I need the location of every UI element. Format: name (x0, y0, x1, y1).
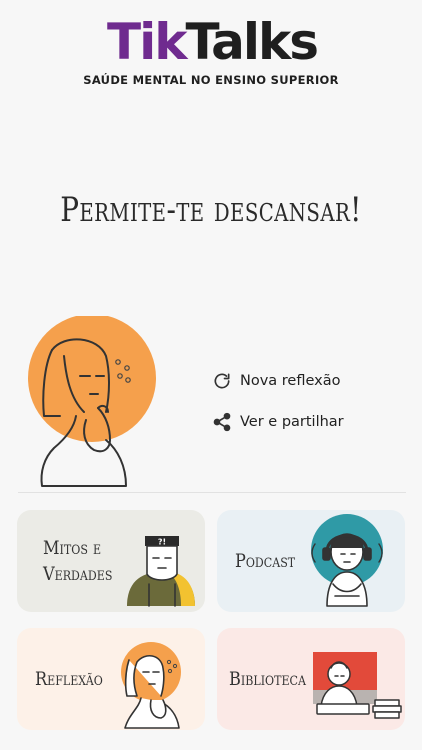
refresh-icon (214, 373, 230, 389)
new-reflection-label: Nova reflexão (240, 373, 341, 389)
reading-person-icon (313, 652, 402, 719)
card-podcast[interactable]: Podcast (217, 510, 405, 612)
headphones-person-icon (311, 514, 383, 607)
app-header: TikTalks SAÚDE MENTAL NO ENSINO SUPERIOR (0, 0, 422, 100)
tagline: SAÚDE MENTAL NO ENSINO SUPERIOR (83, 73, 339, 87)
new-reflection-button[interactable]: Nova reflexão (212, 371, 341, 391)
reflection-headline: Permite-te descansar! (60, 190, 362, 230)
tiktalks-logo: TikTalks (94, 12, 330, 72)
section-divider (18, 492, 406, 493)
share-button[interactable]: Ver e partilhar (212, 412, 344, 432)
card-biblioteca-label: Biblioteca (229, 668, 306, 690)
card-reflexao[interactable]: Reflexão (17, 628, 205, 730)
card-mitos-label-line1: Mitos e (43, 537, 102, 559)
card-mitos-label: Mitos e Verdades (43, 535, 112, 587)
logo-tik: Tik (106, 13, 187, 71)
share-label: Ver e partilhar (240, 414, 344, 430)
thinking-person-icon (121, 642, 181, 729)
card-podcast-label: Podcast (235, 550, 296, 572)
question-person-icon: ?! (127, 536, 195, 607)
thinking-person-illustration (28, 316, 156, 487)
share-icon (213, 412, 231, 432)
logo-talks: Talks (185, 13, 319, 71)
mitos-badge-text: ?! (158, 538, 166, 547)
card-reflexao-label: Reflexão (35, 668, 103, 690)
card-mitos-verdades[interactable]: Mitos e Verdades ?! (17, 510, 205, 612)
card-biblioteca[interactable]: Biblioteca (217, 628, 405, 730)
card-mitos-label-line2: Verdades (43, 563, 113, 585)
